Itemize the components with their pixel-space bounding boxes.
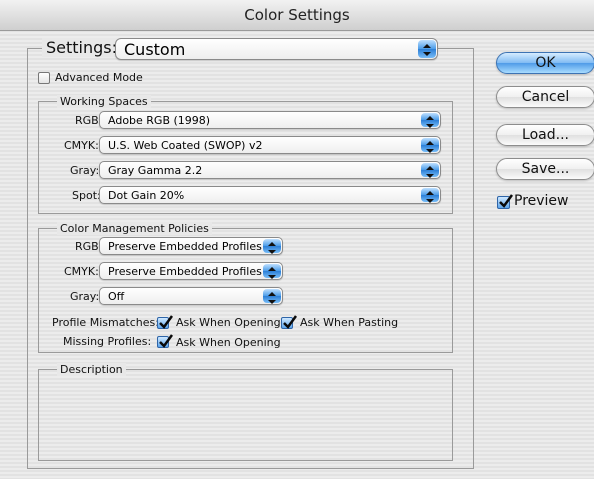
ws-cmyk-label: CMYK: [64, 139, 99, 152]
cancel-button[interactable]: Cancel [496, 86, 594, 108]
popup-arrows-icon [421, 138, 439, 153]
policy-gray-value: Off [108, 290, 125, 303]
ws-gray-value: Gray Gamma 2.2 [108, 164, 203, 177]
missing-ask-opening-checkbox[interactable] [157, 334, 174, 348]
missing-profiles-label: Missing Profiles: [63, 335, 152, 348]
popup-arrows-icon [418, 40, 436, 58]
profile-mismatches-label: Profile Mismatches: [52, 316, 159, 329]
policy-cmyk-popup[interactable]: Preserve Embedded Profiles [99, 262, 283, 280]
description-group [38, 369, 453, 461]
title-bar[interactable]: Color Settings [0, 0, 594, 31]
working-spaces-legend: Working Spaces [57, 95, 151, 108]
ws-spot-label: Spot: [72, 189, 101, 202]
mismatch-ask-opening-checkbox[interactable] [157, 315, 174, 329]
checkmark-icon [283, 315, 298, 329]
settings-legend: Settings: [42, 38, 122, 57]
ws-gray-popup[interactable]: Gray Gamma 2.2 [99, 161, 441, 179]
policy-rgb-value: Preserve Embedded Profiles [108, 240, 262, 253]
save-button[interactable]: Save... [496, 158, 594, 180]
checkmark-icon [499, 194, 514, 208]
checkmark-icon [159, 315, 174, 329]
ws-gray-label: Gray: [70, 164, 100, 177]
popup-arrows-icon [421, 163, 439, 178]
mismatch-ask-pasting-label: Ask When Pasting [300, 316, 399, 329]
preview-checkbox[interactable] [497, 194, 514, 209]
popup-arrows-icon [263, 289, 281, 304]
settings-label: Settings: [46, 38, 118, 57]
popup-arrows-icon [263, 239, 281, 254]
mismatch-ask-opening-label: Ask When Opening [176, 316, 281, 329]
advanced-mode-checkbox[interactable] [38, 72, 50, 84]
color-settings-window: Color Settings Settings: Custom Advanced… [0, 0, 594, 479]
checkmark-icon [159, 334, 174, 348]
description-legend: Description [57, 363, 126, 376]
ws-rgb-value: Adobe RGB (1998) [108, 114, 211, 127]
policy-cmyk-value: Preserve Embedded Profiles [108, 265, 262, 278]
load-button[interactable]: Load... [496, 124, 594, 146]
ws-spot-popup[interactable]: Dot Gain 20% [99, 186, 441, 204]
policy-cmyk-label: CMYK: [64, 265, 99, 278]
ws-cmyk-popup[interactable]: U.S. Web Coated (SWOP) v2 [99, 136, 441, 154]
settings-value: Custom [124, 40, 186, 59]
popup-arrows-icon [421, 113, 439, 128]
advanced-mode-label: Advanced Mode [55, 71, 143, 84]
ws-rgb-popup[interactable]: Adobe RGB (1998) [99, 111, 441, 129]
popup-arrows-icon [421, 188, 439, 203]
missing-ask-opening-label: Ask When Opening [176, 336, 281, 349]
popup-arrows-icon [263, 264, 281, 279]
policies-legend: Color Management Policies [57, 222, 212, 235]
ok-button[interactable]: OK [496, 52, 594, 74]
settings-popup[interactable]: Custom [115, 38, 438, 60]
policy-gray-popup[interactable]: Off [99, 287, 283, 305]
window-title: Color Settings [244, 6, 350, 24]
preview-label: Preview [514, 193, 569, 209]
policy-rgb-popup[interactable]: Preserve Embedded Profiles [99, 237, 283, 255]
mismatch-ask-pasting-checkbox[interactable] [281, 315, 298, 329]
ws-cmyk-value: U.S. Web Coated (SWOP) v2 [108, 139, 263, 152]
ws-spot-value: Dot Gain 20% [108, 189, 185, 202]
policy-gray-label: Gray: [70, 290, 100, 303]
